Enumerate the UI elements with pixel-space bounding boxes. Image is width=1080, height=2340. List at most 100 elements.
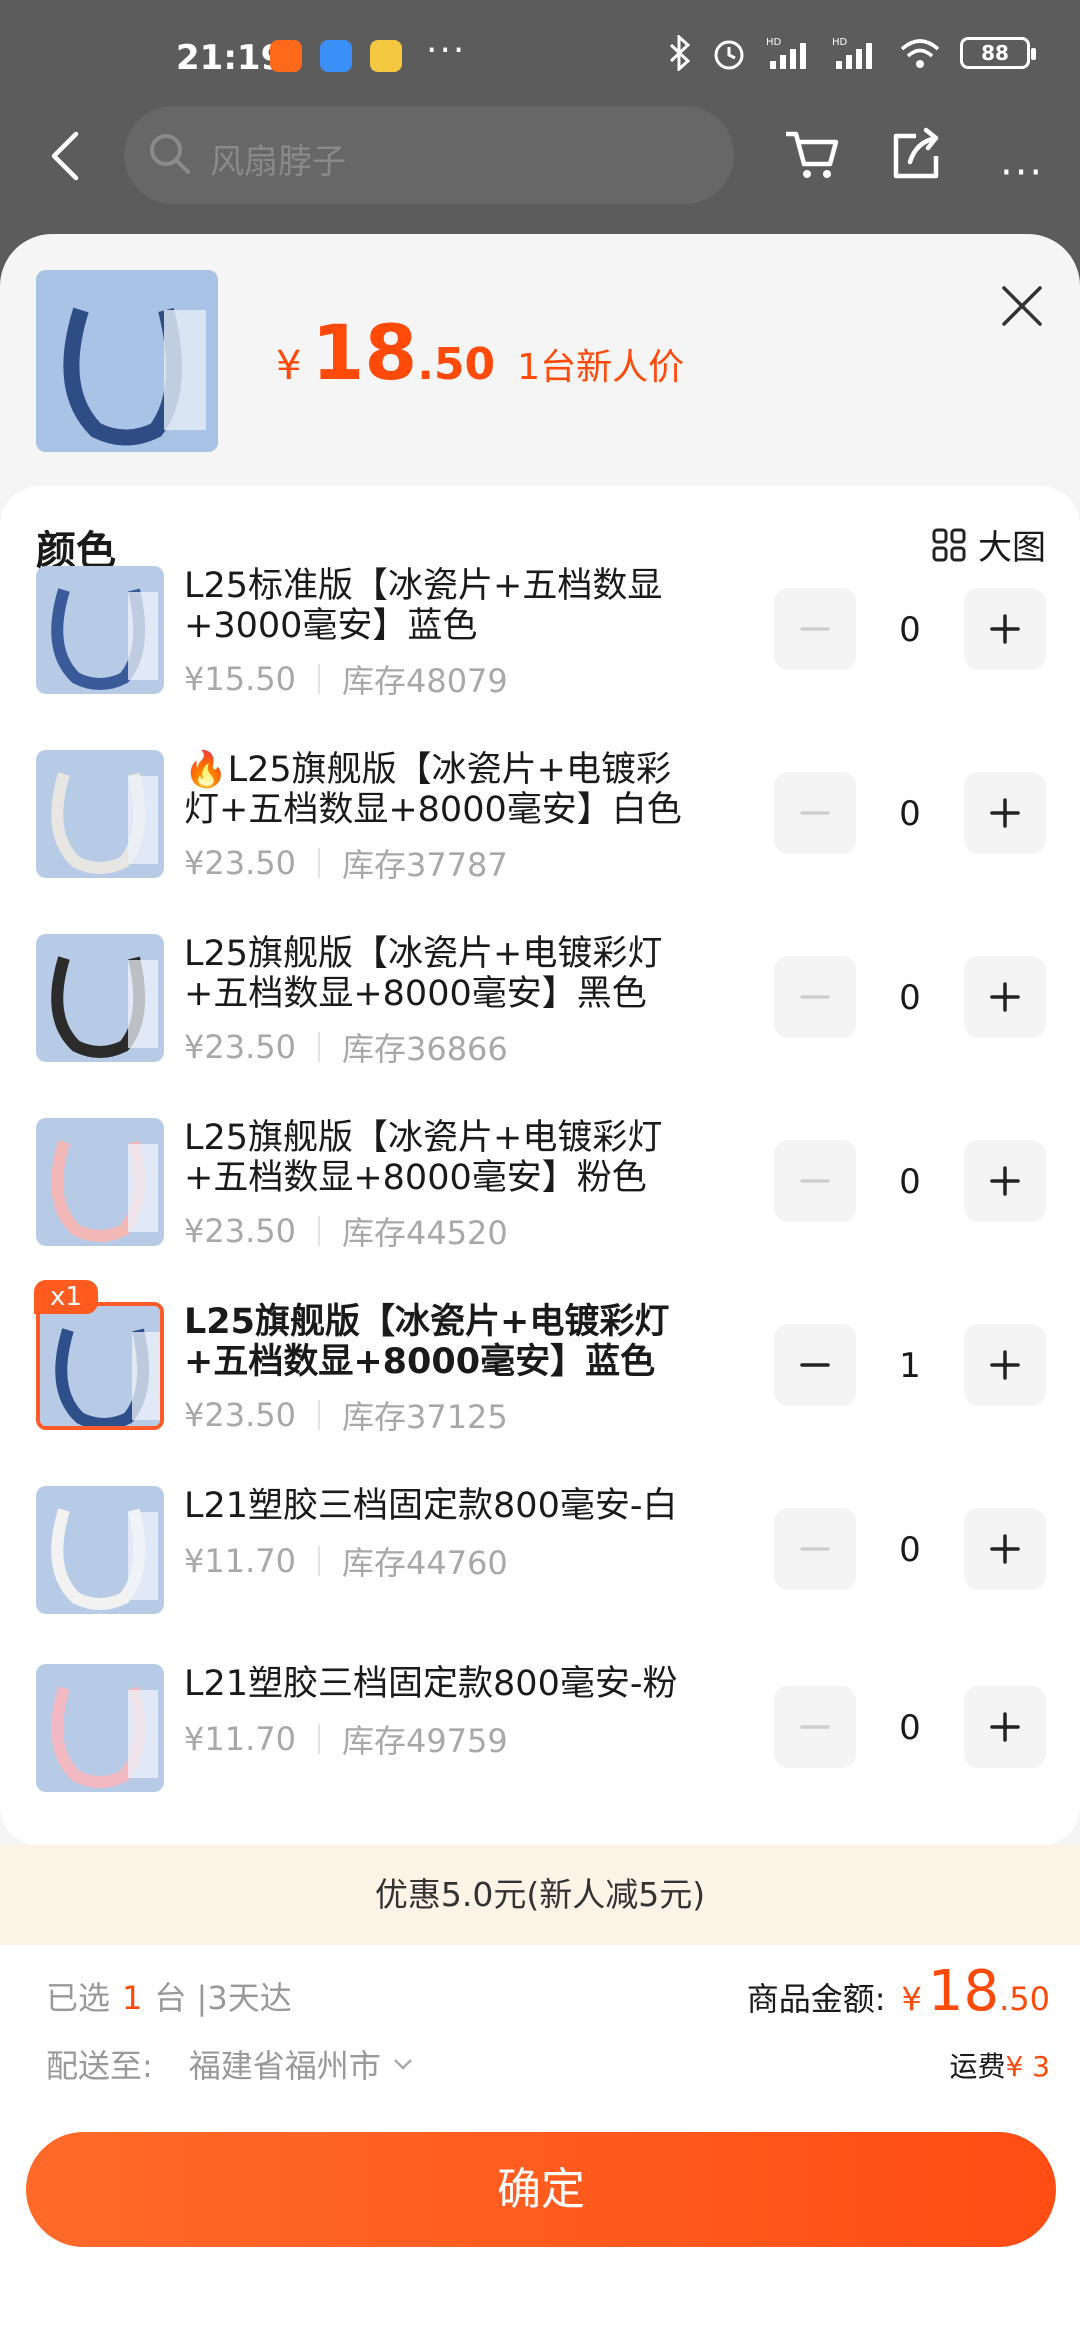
variant-list: 颜色 大图 L25标准版【冰瓷片+五档数显+3000毫安】蓝色 ¥15.50 库… (0, 486, 1080, 1846)
variant-stock: 库存36866 (341, 1030, 508, 1068)
more-notifications-icon: ··· (426, 30, 467, 71)
chevron-down-icon (393, 2059, 412, 2070)
variant-thumbnail[interactable] (36, 750, 164, 878)
quantity-value[interactable]: 0 (880, 1162, 940, 1202)
amount-label: 商品金额: (746, 1980, 886, 2018)
ship-label: 配送至: (46, 2047, 153, 2085)
decrease-button[interactable] (774, 1324, 856, 1406)
selected-count: 1 (122, 1979, 143, 2017)
divider (317, 1216, 320, 1246)
freight-fee: 运费¥ 3 (949, 2045, 1050, 2085)
variant-thumbnail[interactable] (36, 934, 164, 1062)
back-icon[interactable] (44, 126, 88, 186)
variant-price: ¥23.50 (184, 1212, 296, 1250)
variant-item[interactable]: x1 L25旗舰版【冰瓷片+电镀彩灯+五档数显+8000毫安】蓝色 ¥23.50… (0, 1280, 1080, 1472)
price-currency: ¥ (276, 343, 302, 389)
divider (317, 1400, 320, 1430)
plus-icon (990, 798, 1020, 828)
app-notification-icon (320, 40, 352, 72)
variant-price: ¥23.50 (184, 844, 296, 882)
decrease-button[interactable] (774, 1140, 856, 1222)
wifi-icon (900, 39, 940, 68)
variant-thumbnail[interactable] (36, 566, 164, 694)
status-time: 21:19 (176, 38, 285, 78)
app-notification-icon (270, 40, 302, 72)
search-icon (150, 134, 190, 174)
quantity-value[interactable]: 0 (880, 610, 940, 650)
variant-thumbnail[interactable] (36, 1664, 164, 1792)
shipping-address[interactable]: 配送至: 福建省福州市 (46, 2041, 417, 2087)
freight-value: ¥ 3 (1005, 2050, 1050, 2083)
amount-integer: 18 (927, 1959, 1000, 2024)
search-input[interactable]: 风扇脖子 (124, 106, 734, 204)
variant-name: L21塑胶三档固定款800毫安-粉 (184, 1664, 678, 1704)
variant-name: L25旗舰版【冰瓷片+电镀彩灯+五档数显+8000毫安】蓝色 (184, 1302, 670, 1382)
variant-item[interactable]: L25旗舰版【冰瓷片+电镀彩灯+五档数显+8000毫安】黑色 ¥23.50 库存… (0, 934, 1080, 1104)
share-icon[interactable] (886, 124, 946, 184)
selected-info: 已选 1 台 |3天达 (46, 1973, 292, 2019)
top-nav: 风扇脖子 ··· (0, 100, 1080, 230)
plus-icon (990, 1712, 1020, 1742)
header-price: ¥ 18 .50 1台新人价 (276, 308, 684, 397)
product-thumbnail[interactable] (36, 270, 218, 452)
plus-icon (990, 1166, 1020, 1196)
variant-meta: ¥23.50 库存37787 (184, 840, 508, 886)
decrease-button[interactable] (774, 772, 856, 854)
variant-name: 🔥L25旗舰版【冰瓷片+电镀彩灯+五档数显+8000毫安】白色 (184, 750, 682, 830)
increase-button[interactable] (964, 1686, 1046, 1768)
variant-thumbnail[interactable] (36, 1486, 164, 1614)
variant-item[interactable]: 🔥L25旗舰版【冰瓷片+电镀彩灯+五档数显+8000毫安】白色 ¥23.50 库… (0, 750, 1080, 920)
variant-meta: ¥15.50 库存48079 (184, 656, 508, 702)
sheet-header: ¥ 18 .50 1台新人价 (0, 234, 1080, 486)
signal-icon: HD (766, 37, 806, 69)
variant-item[interactable]: L25标准版【冰瓷片+五档数显+3000毫安】蓝色 ¥15.50 库存48079… (0, 566, 1080, 736)
search-placeholder: 风扇脖子 (210, 142, 346, 182)
big-image-toggle[interactable]: 大图 (932, 520, 1046, 569)
plus-icon (990, 1350, 1020, 1380)
decrease-button[interactable] (774, 1686, 856, 1768)
increase-button[interactable] (964, 1324, 1046, 1406)
minus-icon (800, 1725, 830, 1729)
confirm-button[interactable]: 确定 (26, 2132, 1056, 2247)
plus-icon (990, 1534, 1020, 1564)
increase-button[interactable] (964, 588, 1046, 670)
decrease-button[interactable] (774, 588, 856, 670)
quantity-value[interactable]: 0 (880, 1530, 940, 1570)
increase-button[interactable] (964, 1508, 1046, 1590)
variant-name: L21塑胶三档固定款800毫安-白 (184, 1486, 678, 1526)
plus-icon (990, 982, 1020, 1012)
variant-name: L25标准版【冰瓷片+五档数显+3000毫安】蓝色 (184, 566, 663, 646)
increase-button[interactable] (964, 956, 1046, 1038)
grid-icon (932, 528, 966, 561)
variant-thumbnail[interactable] (36, 1302, 164, 1430)
quantity-value[interactable]: 1 (880, 1346, 940, 1386)
battery-icon: 88 (960, 37, 1036, 69)
variant-stock: 库存37125 (341, 1398, 508, 1436)
divider (317, 1546, 320, 1576)
decrease-button[interactable] (774, 956, 856, 1038)
minus-icon (800, 1179, 830, 1183)
order-summary: 已选 1 台 |3天达 商品金额: ¥ 18 .50 配送至: 福建省福州市 运费¥… (0, 1945, 1080, 2340)
close-icon[interactable] (994, 278, 1050, 334)
more-icon[interactable]: ··· (1000, 150, 1044, 196)
variant-name: L25旗舰版【冰瓷片+电镀彩灯+五档数显+8000毫安】粉色 (184, 1118, 663, 1198)
variant-item[interactable]: L25旗舰版【冰瓷片+电镀彩灯+五档数显+8000毫安】粉色 ¥23.50 库存… (0, 1118, 1080, 1288)
cart-icon[interactable] (782, 124, 842, 184)
quantity-value[interactable]: 0 (880, 1708, 940, 1748)
freight-label: 运费 (949, 2050, 1006, 2083)
increase-button[interactable] (964, 772, 1046, 854)
variant-meta: ¥23.50 库存37125 (184, 1392, 508, 1438)
increase-button[interactable] (964, 1140, 1046, 1222)
variant-item[interactable]: L21塑胶三档固定款800毫安-粉 ¥11.70 库存49759 0 (0, 1664, 1080, 1834)
sku-sheet: ¥ 18 .50 1台新人价 颜色 大图 L25标准版【冰瓷片+五档数显+300… (0, 234, 1080, 2340)
price-tag: 1台新人价 (517, 347, 685, 388)
variant-price: ¥23.50 (184, 1028, 296, 1066)
variant-thumbnail[interactable] (36, 1118, 164, 1246)
minus-icon (800, 1363, 830, 1367)
status-icons: HD HD 88 (668, 34, 1036, 72)
quantity-value[interactable]: 0 (880, 794, 940, 834)
variant-item[interactable]: L21塑胶三档固定款800毫安-白 ¥11.70 库存44760 0 (0, 1486, 1080, 1656)
variant-meta: ¥11.70 库存44760 (184, 1538, 508, 1584)
decrease-button[interactable] (774, 1508, 856, 1590)
quantity-value[interactable]: 0 (880, 978, 940, 1018)
